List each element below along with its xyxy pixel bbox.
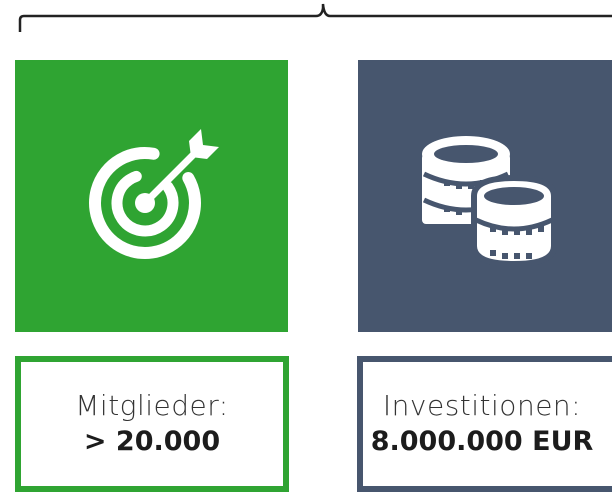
members-tile: [15, 60, 288, 332]
curly-brace-bracket: [18, 3, 612, 32]
target-arrow-icon: [88, 129, 219, 259]
members-stat-box: Mitglieder: > 20.000: [15, 356, 289, 492]
investments-tile: [358, 60, 612, 332]
members-label: Mitglieder:: [75, 389, 229, 422]
investments-value: 8.000.000 EUR: [370, 426, 594, 457]
investments-label: Investitionen:: [382, 389, 582, 422]
investments-stat-box: Investitionen: 8.000.000 EUR: [357, 356, 612, 492]
coins-icon: [422, 136, 557, 266]
members-value: > 20.000: [83, 426, 221, 457]
